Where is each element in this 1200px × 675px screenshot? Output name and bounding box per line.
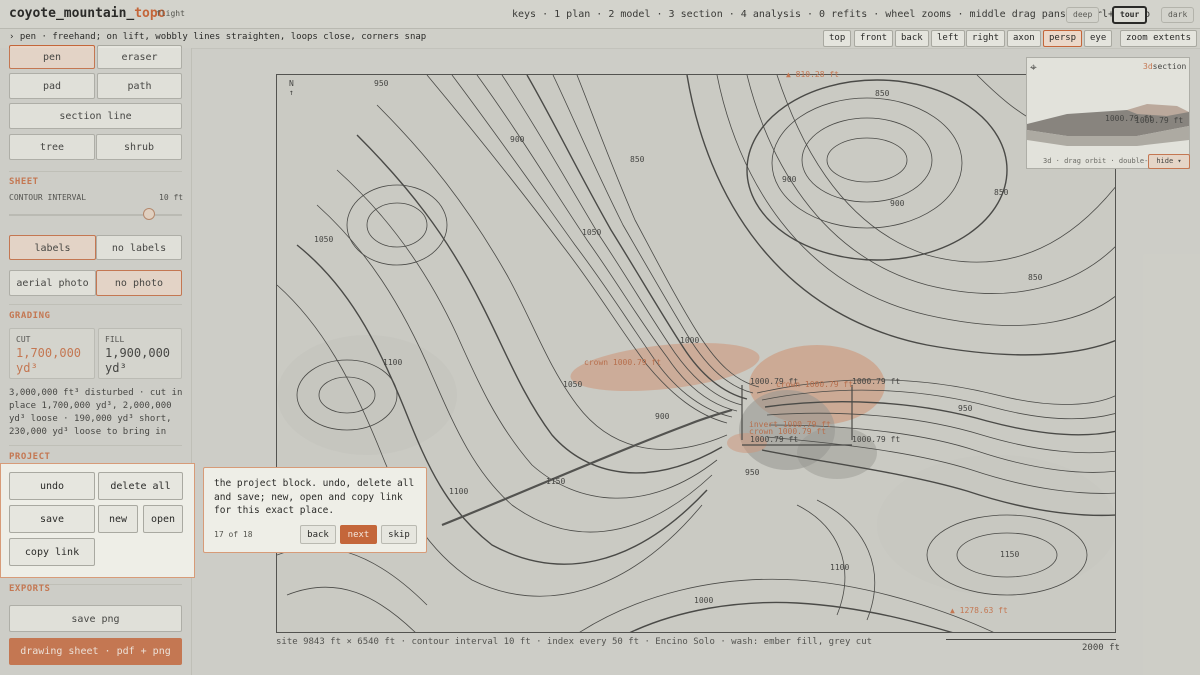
tour-progress: 17 of 18: [214, 530, 253, 539]
copy-link-button[interactable]: copy link: [9, 538, 95, 566]
view-left-button[interactable]: left: [931, 30, 965, 47]
project-panel: undo delete all save new open copy link: [0, 463, 195, 578]
tour-back-button[interactable]: back: [300, 525, 336, 544]
view-front-button[interactable]: front: [854, 30, 894, 47]
tool-hint: › pen · freehand; on lift, wobbly lines …: [9, 32, 427, 42]
undo-button[interactable]: undo: [9, 472, 95, 500]
new-button[interactable]: new: [98, 505, 138, 533]
view-axon-button[interactable]: axon: [1007, 30, 1041, 47]
zoom-extents-button[interactable]: zoom extents: [1120, 30, 1198, 47]
view-eye-button[interactable]: eye: [1084, 30, 1113, 47]
keyboard-hints: keys · 1 plan · 2 model · 3 section · 4 …: [512, 9, 1151, 20]
theme-deep-button[interactable]: deep: [1066, 7, 1100, 23]
mode-label: flight: [156, 9, 185, 18]
delete-all-button[interactable]: delete all: [98, 472, 183, 500]
open-button[interactable]: open: [143, 505, 183, 533]
theme-tour-button[interactable]: tour: [1112, 6, 1148, 24]
tour-popup: the project block. undo, delete all and …: [203, 467, 427, 553]
tour-text: the project block. undo, delete all and …: [214, 478, 415, 516]
view-persp-button[interactable]: persp: [1043, 30, 1083, 47]
tour-dim-overlay: [0, 48, 1200, 675]
save-button[interactable]: save: [9, 505, 95, 533]
tour-next-button[interactable]: next: [340, 525, 377, 544]
view-back-button[interactable]: back: [895, 30, 929, 47]
tour-skip-button[interactable]: skip: [381, 525, 417, 544]
view-right-button[interactable]: right: [966, 30, 1006, 47]
theme-dark-button[interactable]: dark: [1161, 7, 1195, 23]
app-title: coyote_mountain_topo: [9, 6, 166, 21]
view-top-button[interactable]: top: [823, 30, 852, 47]
